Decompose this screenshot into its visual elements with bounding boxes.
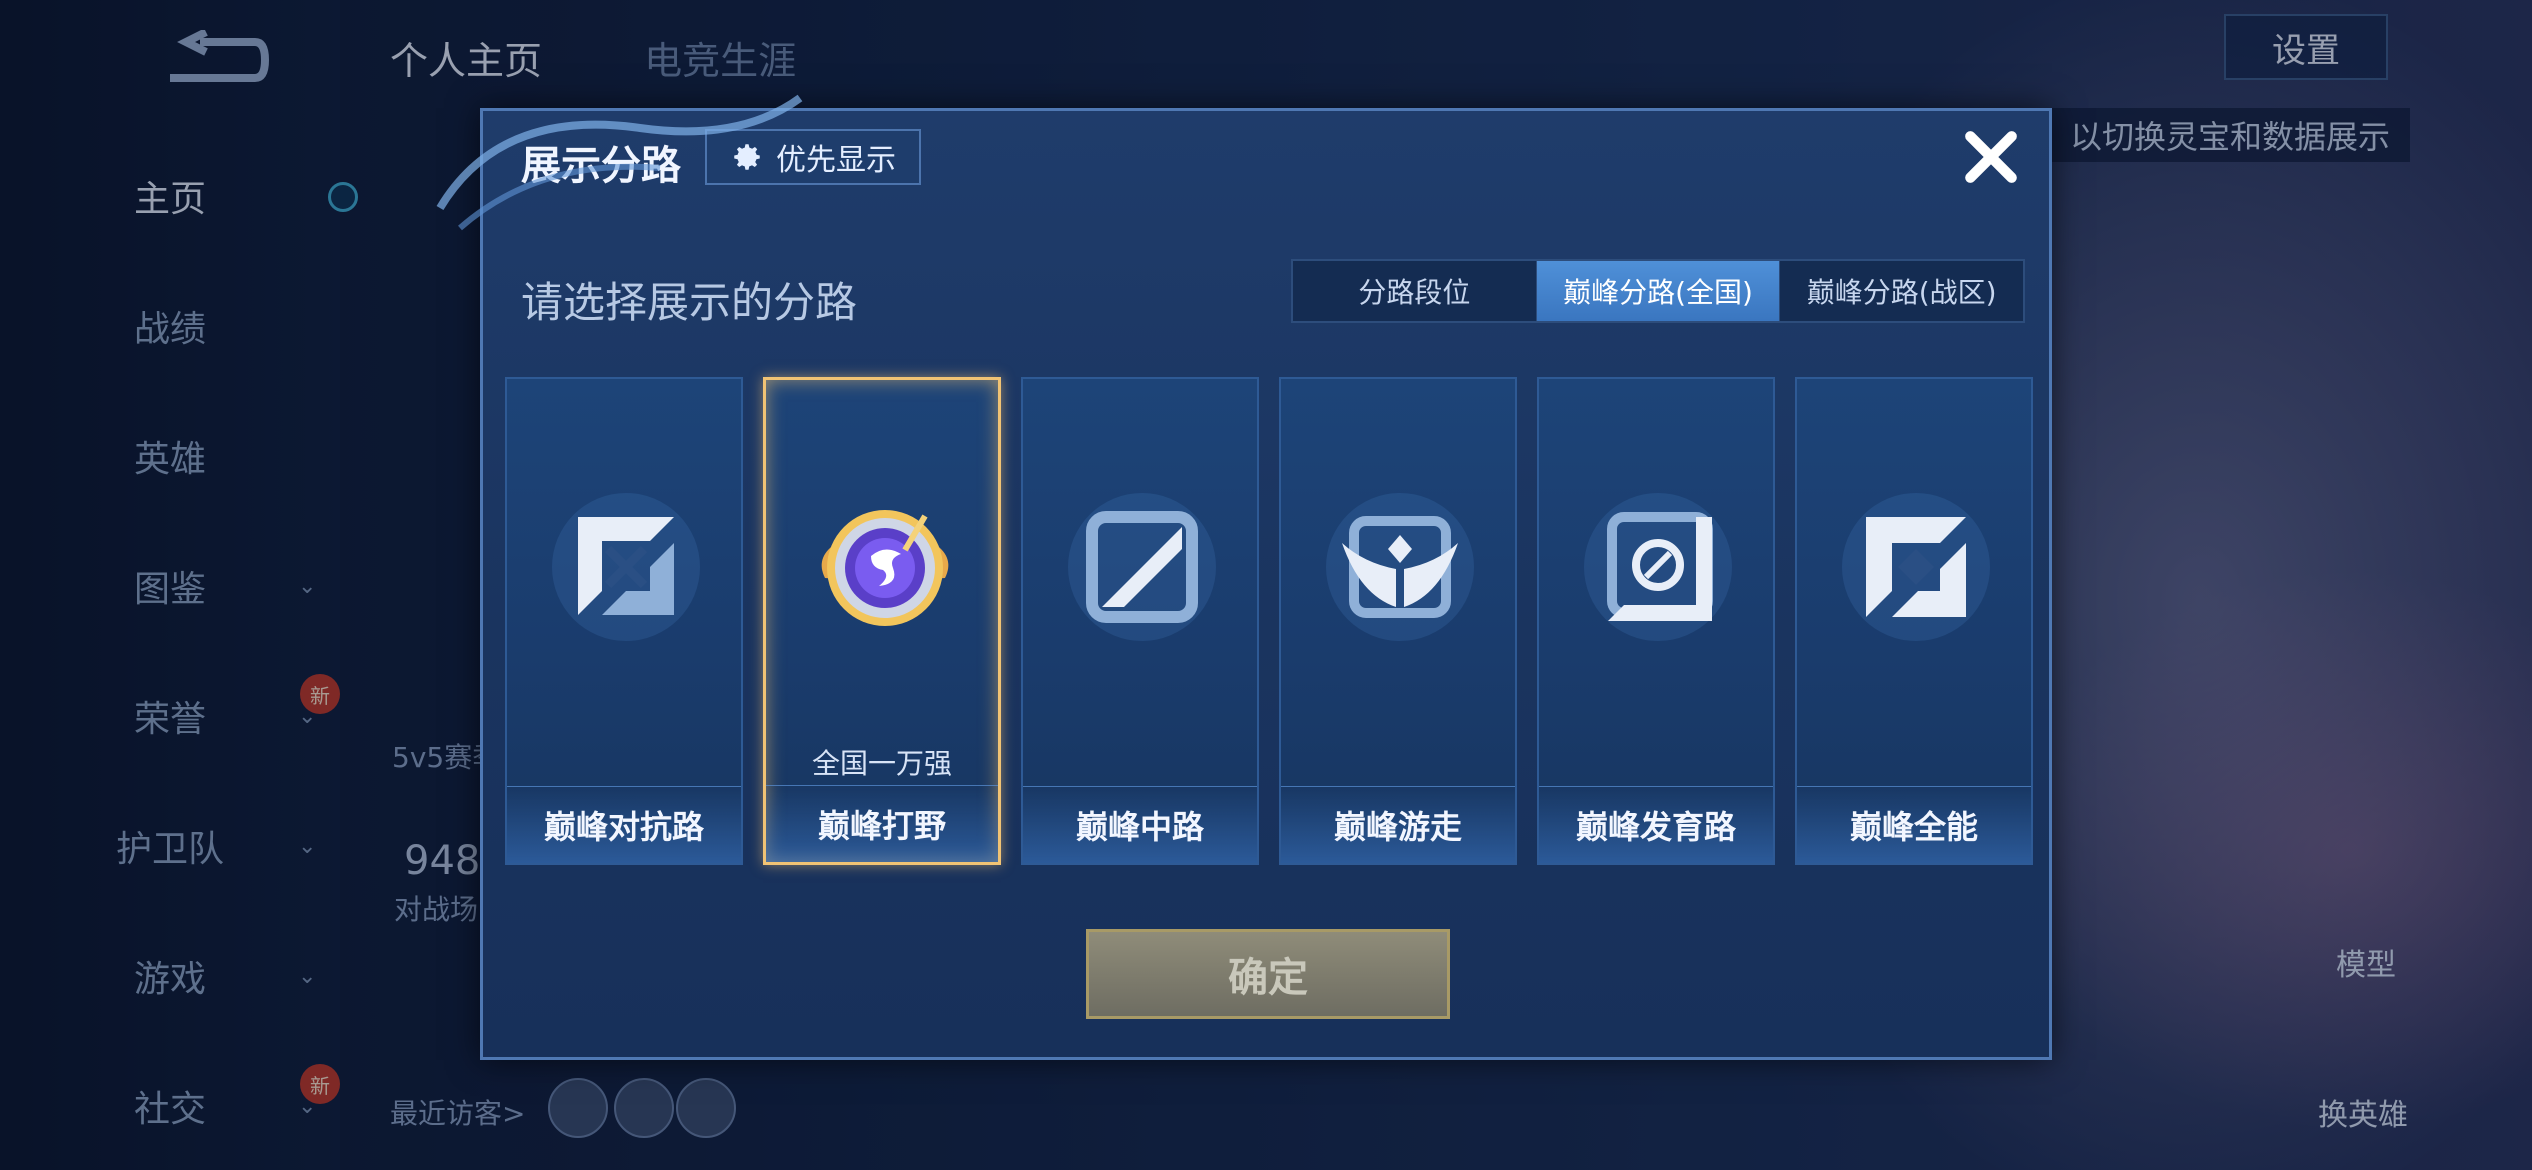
- close-button[interactable]: [1951, 117, 2031, 197]
- lane-name: 巅峰打野: [766, 785, 998, 862]
- lane-name: 巅峰游走: [1281, 786, 1515, 863]
- lane-name: 巅峰对抗路: [507, 786, 741, 863]
- dialog-subtitle: 请选择展示的分路: [521, 278, 858, 327]
- lane-card-roam[interactable]: 巅峰游走: [1279, 377, 1517, 865]
- lane-name: 巅峰发育路: [1539, 786, 1773, 863]
- lane-card-clash[interactable]: 巅峰对抗路: [505, 377, 743, 865]
- confirm-button[interactable]: 确定: [1086, 929, 1450, 1019]
- lane-card-allround[interactable]: 巅峰全能: [1795, 377, 2033, 865]
- lane-mode-tabs: 分路段位 巅峰分路(全国) 巅峰分路(战区): [1291, 259, 2025, 323]
- roam-icon: [1326, 493, 1474, 641]
- all-round-icon: [1842, 493, 1990, 641]
- decorative-swirl: [436, 94, 803, 231]
- lane-card-jungle[interactable]: 全国一万强 巅峰打野: [763, 377, 1001, 865]
- lane-card-farm[interactable]: 巅峰发育路: [1537, 377, 1775, 865]
- lane-list: 巅峰对抗路 全国一万强 巅峰打野 巅峰中路 巅峰游走 巅峰发育路 巅峰全能: [505, 377, 2033, 865]
- clash-lane-icon: [552, 493, 700, 641]
- jungle-emblem-icon: [821, 510, 949, 626]
- lane-display-dialog: 展示分路 优先显示 请选择展示的分路 分路段位 巅峰分路(全国) 巅峰分路(战区…: [480, 108, 2052, 1060]
- close-icon: [1965, 131, 2017, 183]
- tab-peak-lane-national[interactable]: 巅峰分路(全国): [1536, 261, 1781, 321]
- farm-lane-icon: [1584, 493, 1732, 641]
- tab-peak-lane-region[interactable]: 巅峰分路(战区): [1780, 261, 2023, 321]
- tab-lane-rank[interactable]: 分路段位: [1293, 261, 1537, 321]
- confirm-label: 确定: [1228, 955, 1308, 1001]
- lane-card-mid[interactable]: 巅峰中路: [1021, 377, 1259, 865]
- mid-lane-icon: [1068, 493, 1216, 641]
- lane-name: 巅峰中路: [1023, 786, 1257, 863]
- lane-rank-text: 全国一万强: [811, 747, 952, 780]
- lane-name: 巅峰全能: [1797, 786, 2031, 863]
